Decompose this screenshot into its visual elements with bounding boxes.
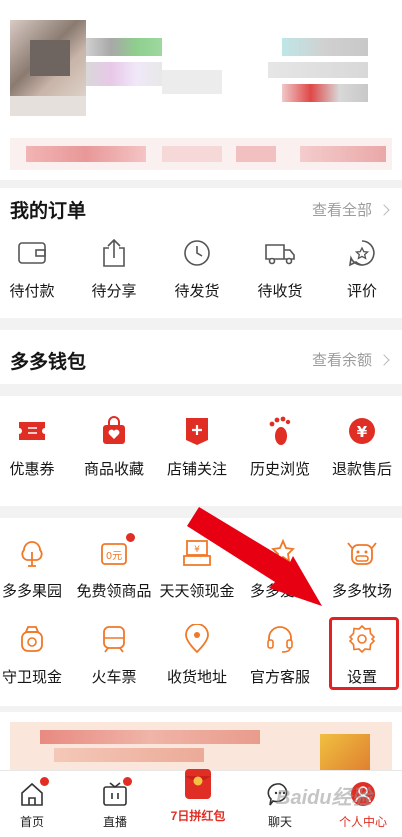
service-train-tickets[interactable]: 火车票 (74, 622, 154, 687)
order-pending-share[interactable]: 待分享 (74, 236, 154, 301)
svg-text:0元: 0元 (106, 551, 122, 562)
chat-icon (265, 779, 295, 809)
train-icon (97, 622, 131, 656)
service-game[interactable]: 多多爱消 (240, 536, 320, 601)
tab-red-packet[interactable]: 7日拼红包 (163, 765, 233, 824)
wallet-icon (15, 236, 49, 270)
order-pending-shipment[interactable]: 待发货 (157, 236, 237, 301)
game-icon (263, 536, 297, 570)
service-ranch[interactable]: 多多牧场 (322, 536, 402, 601)
tree-icon (15, 536, 49, 570)
bottom-tab-bar: 首页 直播 7日拼红包 聊天 个人中心 Baidu经验 (0, 769, 402, 837)
tab-profile[interactable]: 个人中心 (328, 779, 398, 830)
guard-cash-icon (15, 622, 49, 656)
profile-icon (348, 779, 378, 809)
favorite-bag-icon (97, 414, 131, 448)
shortcut-coupons[interactable]: 优惠券 (0, 414, 72, 479)
order-review[interactable]: 评价 (322, 236, 402, 301)
orders-section: 我的订单 查看全部 待付款 待分享 待发货 待收货 评价 (0, 188, 402, 318)
service-customer-support[interactable]: 官方客服 (240, 622, 320, 687)
shortcuts-section: 优惠券 商品收藏 店铺关注 历史浏览 ¥ 退款售后 (0, 396, 402, 506)
notification-badge (126, 533, 135, 542)
service-guard-cash[interactable]: 守卫现金 (0, 622, 72, 687)
tab-live[interactable]: 直播 (80, 777, 150, 830)
shortcut-history[interactable]: 历史浏览 (240, 414, 320, 479)
order-pending-payment[interactable]: 待付款 (0, 236, 72, 301)
shortcut-shop-follow[interactable]: 店铺关注 (157, 414, 237, 479)
chevron-right-icon (378, 203, 390, 216)
location-icon (180, 622, 214, 656)
orders-title: 我的订单 (10, 201, 87, 222)
service-free-goods[interactable]: 0元 免费领商品 (74, 533, 154, 601)
service-orchard[interactable]: 多多果园 (0, 536, 72, 601)
wallet-section[interactable]: 多多钱包 查看余额 (0, 330, 402, 384)
chevron-right-icon (378, 353, 390, 366)
refund-icon: ¥ (345, 414, 379, 448)
clock-icon (180, 236, 214, 270)
share-icon (97, 236, 131, 270)
service-daily-cash[interactable]: ¥ 天天领现金 (157, 533, 237, 601)
wallet-view-balance-link[interactable]: 查看余额 (312, 349, 390, 370)
footprint-icon (263, 414, 297, 448)
svg-text:¥: ¥ (194, 545, 200, 555)
shortcut-favorites[interactable]: 商品收藏 (74, 414, 154, 479)
headset-icon (263, 622, 297, 656)
shortcut-refund[interactable]: ¥ 退款售后 (322, 414, 402, 479)
notification-badge (40, 777, 49, 786)
tab-home[interactable]: 首页 (0, 777, 67, 830)
svg-text:¥: ¥ (357, 423, 368, 441)
free-goods-icon: 0元 (97, 533, 135, 570)
review-icon (345, 236, 379, 270)
orders-view-all-link[interactable]: 查看全部 (312, 199, 390, 220)
red-packet-icon (178, 765, 218, 803)
tab-chat[interactable]: 聊天 (245, 779, 315, 830)
notification-badge (123, 777, 132, 786)
live-tv-icon (100, 777, 132, 809)
order-pending-receipt[interactable]: 待收货 (240, 236, 320, 301)
service-address[interactable]: 收货地址 (157, 622, 237, 687)
wallet-title: 多多钱包 (10, 352, 87, 373)
home-icon (17, 777, 49, 809)
cash-icon: ¥ (180, 533, 218, 570)
cow-icon (345, 536, 379, 570)
coupon-icon (15, 414, 49, 448)
shop-follow-icon (180, 414, 214, 448)
truck-icon (263, 236, 297, 270)
profile-header[interactable] (0, 0, 402, 180)
notification-badge (209, 533, 218, 542)
settings-highlight-box (329, 617, 399, 690)
